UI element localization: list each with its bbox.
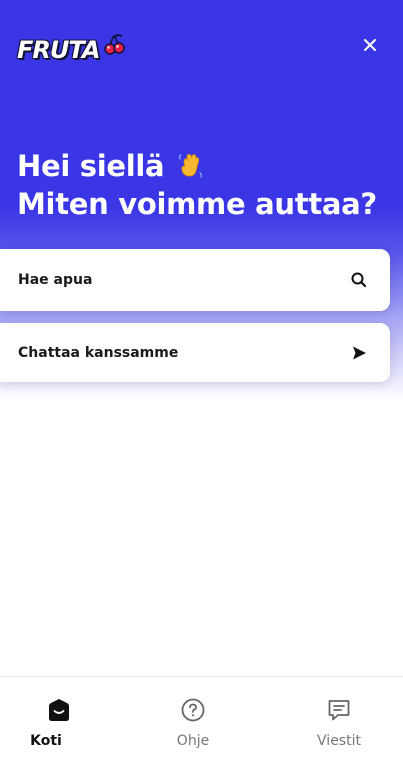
greeting-line-1: Hei siellä xyxy=(17,147,377,185)
search-help-card[interactable]: Hae apua xyxy=(0,249,390,311)
search-help-label: Hae apua xyxy=(18,272,93,288)
search-icon xyxy=(351,272,367,288)
waving-hand-icon xyxy=(179,154,203,178)
close-icon xyxy=(364,39,376,51)
cherry-icon xyxy=(104,34,125,55)
logo-text: FRUTA xyxy=(17,36,100,64)
chat-with-us-label: Chattaa kanssamme xyxy=(18,344,179,361)
greeting-text: Hei siellä xyxy=(17,149,165,183)
nav-item-help[interactable]: Ohje xyxy=(126,677,260,762)
messages-icon xyxy=(328,700,350,721)
nav-item-messages[interactable]: Viestit xyxy=(272,677,403,762)
bottom-navigation: Koti Ohje Viestit xyxy=(0,676,403,762)
nav-label-messages: Viestit xyxy=(317,733,361,749)
greeting-heading: Hei siellä Miten voimme auttaa? xyxy=(17,147,377,223)
close-button[interactable] xyxy=(358,33,382,57)
greeting-line-2: Miten voimme auttaa? xyxy=(17,187,377,221)
nav-label-help: Ohje xyxy=(176,733,210,749)
home-icon xyxy=(49,699,69,721)
chat-with-us-card[interactable]: Chattaa kanssamme xyxy=(0,323,390,382)
nav-item-home[interactable]: Koti xyxy=(0,677,134,762)
help-icon xyxy=(181,698,205,722)
nav-label-home: Koti xyxy=(30,733,62,749)
send-icon xyxy=(353,346,366,359)
fruta-logo: FRUTA xyxy=(17,32,127,68)
